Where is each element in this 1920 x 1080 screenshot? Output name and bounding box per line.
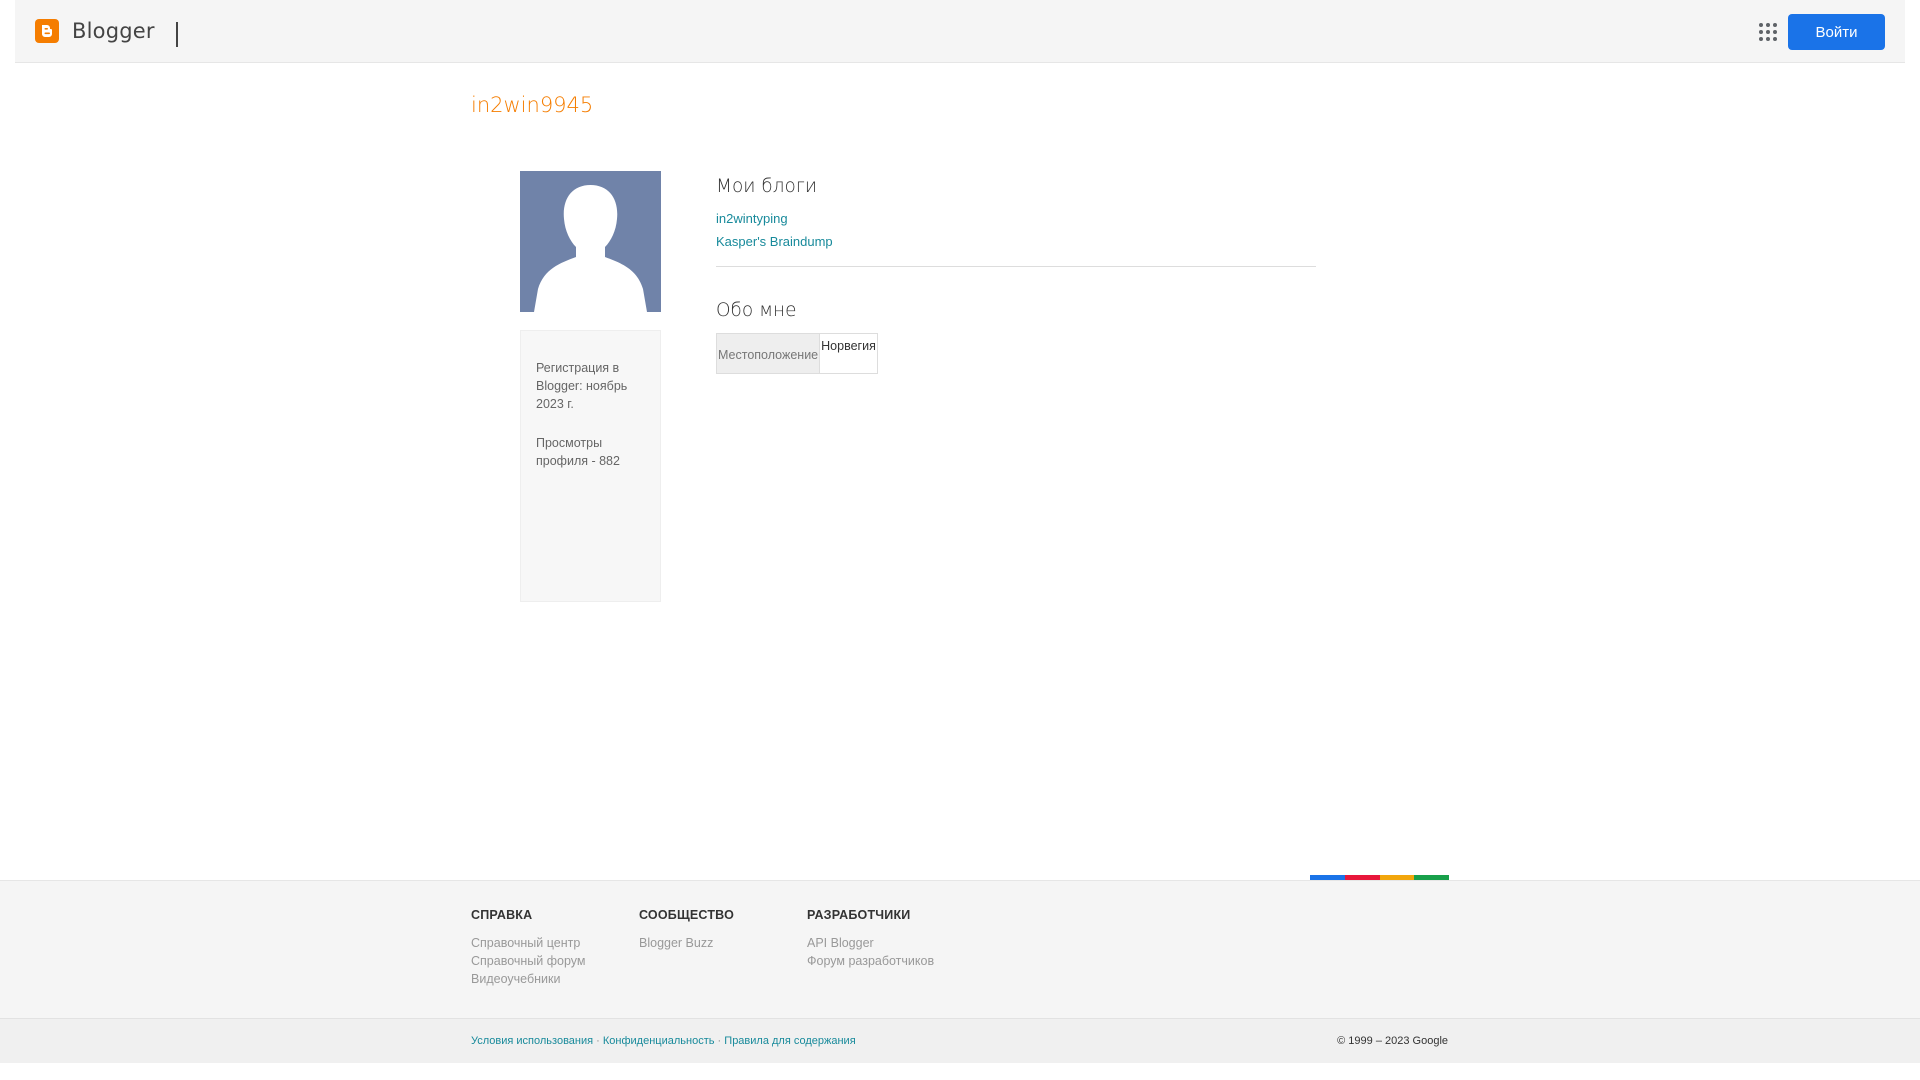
footer-column-help: СПРАВКА Справочный центр Справочный фору… — [471, 908, 585, 988]
login-button[interactable]: Войти — [1788, 14, 1885, 50]
footer-link[interactable]: Blogger Buzz — [639, 934, 734, 952]
section-divider — [716, 266, 1316, 267]
header-divider — [176, 22, 178, 47]
default-avatar-icon — [520, 171, 661, 312]
copyright: © 1999 – 2023 Google — [1337, 1035, 1448, 1047]
content-policy-link[interactable]: Правила для содержания — [724, 1035, 855, 1047]
avatar — [520, 171, 661, 312]
location-value: Норвегия — [819, 333, 878, 374]
footer-link[interactable]: Справочный форум — [471, 952, 585, 970]
top-bar: Blogger Войти — [15, 0, 1905, 63]
legal-links: Условия использования · Конфиденциальнос… — [471, 1035, 856, 1047]
blogger-logo[interactable]: Blogger — [35, 19, 155, 43]
legal-separator: · — [596, 1035, 600, 1047]
footer-column-community: СООБЩЕСТВО Blogger Buzz — [639, 908, 734, 952]
blogger-logo-icon — [35, 19, 59, 43]
footer-column-title: РАЗРАБОТЧИКИ — [807, 908, 911, 922]
footer-link[interactable]: Справочный центр — [471, 934, 585, 952]
footer-legal-bar — [0, 1018, 1920, 1063]
legal-separator: · — [717, 1035, 722, 1047]
profile-name: in2win9945 — [471, 93, 594, 117]
privacy-link[interactable]: Конфиденциальность — [603, 1035, 715, 1047]
footer-link[interactable]: Форум разработчиков — [807, 952, 934, 970]
profile-stats-box: Регистрация в Blogger: ноябрь 2023 г. Пр… — [520, 330, 661, 602]
blog-link[interactable]: in2wintyping — [716, 211, 788, 226]
table-row: Местоположение Норвегия — [715, 333, 878, 374]
footer-links-area — [0, 880, 1920, 1018]
footer-column-title: СООБЩЕСТВО — [639, 908, 735, 922]
terms-link[interactable]: Условия использования — [471, 1035, 593, 1047]
about-table: Местоположение Норвегия — [715, 333, 878, 374]
joined-date: Регистрация в Blogger: ноябрь 2023 г. — [536, 361, 628, 411]
apps-grid-icon[interactable] — [1756, 20, 1780, 44]
footer-column-title: СПРАВКА — [471, 908, 533, 922]
my-blogs-title: Мои блоги — [716, 176, 818, 197]
footer-link[interactable]: API Blogger — [807, 934, 934, 952]
footer-link[interactable]: Видеоучебники — [471, 970, 585, 988]
about-me-title: Обо мне — [716, 300, 797, 321]
brand-name: Blogger — [72, 19, 155, 43]
profile-views: Просмотры профиля - 882 — [536, 436, 620, 468]
blog-link[interactable]: Kasper's Braindump — [716, 234, 833, 249]
location-label: Местоположение — [715, 333, 821, 374]
footer-column-developers: РАЗРАБОТЧИКИ API Blogger Форум разработч… — [807, 908, 934, 970]
